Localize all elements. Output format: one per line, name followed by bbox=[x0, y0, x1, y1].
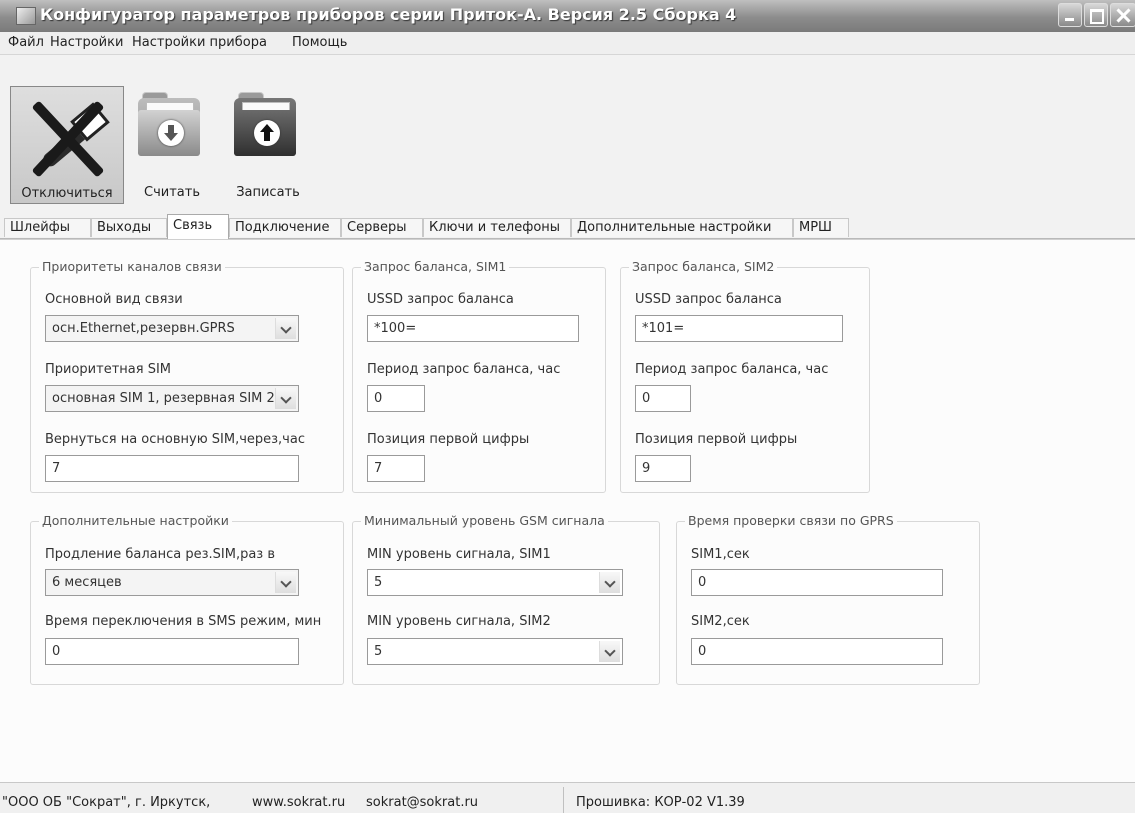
folder-download-icon bbox=[138, 92, 200, 156]
ussd-sim2-input[interactable]: *101= bbox=[635, 315, 843, 342]
group-balance-sim1: Запрос баланса, SIM1 USSD запрос баланса… bbox=[352, 259, 606, 493]
menu-device-settings[interactable]: Настройки прибора bbox=[132, 35, 267, 50]
window-title: Конфигуратор параметров приборов серии П… bbox=[40, 5, 737, 24]
status-website-link[interactable]: www.sokrat.ru bbox=[252, 795, 345, 810]
chevron-down-icon bbox=[599, 572, 620, 593]
tab-strip: Шлейфы Выходы Связь Подключение Серверы … bbox=[0, 214, 1135, 239]
menu-bar: Файл Настройки Настройки прибора Помощь bbox=[0, 32, 1135, 55]
gprs-sim2-input[interactable]: 0 bbox=[691, 638, 943, 665]
group-balance-sim2: Запрос баланса, SIM2 USSD запрос баланса… bbox=[620, 259, 870, 493]
menu-file[interactable]: Файл bbox=[8, 35, 44, 50]
min-level-sim2-select[interactable]: 5 bbox=[367, 638, 623, 665]
group-title: Запрос баланса, SIM1 bbox=[361, 259, 510, 274]
group-title: Минимальный уровень GSM сигнала bbox=[361, 513, 608, 528]
period-sim2-label: Период запрос баланса, час bbox=[635, 362, 829, 377]
status-company: "ООО ОБ "Сократ", г. Иркутск, bbox=[2, 795, 211, 810]
menu-settings[interactable]: Настройки bbox=[50, 35, 123, 50]
group-title: Приоритеты каналов связи bbox=[39, 259, 225, 274]
group-title: Время проверки связи по GPRS bbox=[685, 513, 897, 528]
tab-mrsh[interactable]: МРШ bbox=[793, 218, 849, 237]
return-sim-label: Вернуться на основную SIM,через,час bbox=[45, 432, 305, 447]
tab-outputs[interactable]: Выходы bbox=[91, 218, 167, 237]
toolbar: Отключиться Считать Записать bbox=[0, 55, 1135, 205]
tab-servers[interactable]: Серверы bbox=[341, 218, 423, 237]
position-sim1-label: Позиция первой цифры bbox=[367, 432, 530, 447]
chevron-down-icon bbox=[275, 318, 296, 339]
extend-balance-select[interactable]: 6 месяцев bbox=[45, 569, 299, 596]
tab-loops[interactable]: Шлейфы bbox=[4, 218, 91, 237]
disconnect-label: Отключиться bbox=[21, 186, 113, 201]
write-label: Записать bbox=[236, 185, 300, 200]
group-gprs-check: Время проверки связи по GPRS SIM1,сек 0 … bbox=[676, 513, 980, 685]
priority-sim-label: Приоритетная SIM bbox=[45, 362, 171, 377]
tab-communication[interactable]: Связь bbox=[167, 214, 229, 239]
sms-switch-input[interactable]: 0 bbox=[45, 638, 299, 665]
write-button[interactable]: Записать bbox=[228, 86, 308, 204]
minimize-button[interactable] bbox=[1058, 3, 1082, 27]
group-title: Запрос баланса, SIM2 bbox=[629, 259, 778, 274]
extend-balance-value: 6 месяцев bbox=[52, 575, 122, 590]
priority-sim-select[interactable]: основная SIM 1, резервная SIM 2 bbox=[45, 385, 299, 412]
group-title: Дополнительные настройки bbox=[39, 513, 232, 528]
ussd-sim2-label: USSD запрос баланса bbox=[635, 292, 782, 307]
period-sim1-label: Период запрос баланса, час bbox=[367, 362, 561, 377]
title-bar: Конфигуратор параметров приборов серии П… bbox=[0, 0, 1135, 33]
ussd-sim1-label: USSD запрос баланса bbox=[367, 292, 514, 307]
app-icon bbox=[16, 7, 36, 25]
status-email-link[interactable]: sokrat@sokrat.ru bbox=[366, 795, 478, 810]
disconnect-plug-icon bbox=[19, 95, 115, 183]
group-channel-priority: Приоритеты каналов связи Основной вид св… bbox=[30, 259, 344, 493]
position-sim1-input[interactable]: 7 bbox=[367, 455, 425, 482]
priority-sim-value: основная SIM 1, резервная SIM 2 bbox=[52, 391, 275, 406]
position-sim2-label: Позиция первой цифры bbox=[635, 432, 798, 447]
min-level-sim2-value: 5 bbox=[374, 644, 383, 659]
chevron-down-icon bbox=[599, 641, 620, 662]
chevron-down-icon bbox=[275, 572, 296, 593]
position-sim2-input[interactable]: 9 bbox=[635, 455, 691, 482]
tab-keys-phones[interactable]: Ключи и телефоны bbox=[423, 218, 571, 237]
min-level-sim1-value: 5 bbox=[374, 575, 383, 590]
gprs-sim1-label: SIM1,сек bbox=[691, 547, 750, 562]
status-bar: "ООО ОБ "Сократ", г. Иркутск, www.sokrat… bbox=[0, 782, 1135, 813]
min-level-sim1-label: MIN уровень сигнала, SIM1 bbox=[367, 547, 551, 562]
period-sim2-input[interactable]: 0 bbox=[635, 385, 691, 412]
min-level-sim1-select[interactable]: 5 bbox=[367, 569, 623, 596]
read-label: Считать bbox=[144, 185, 200, 200]
menu-help[interactable]: Помощь bbox=[292, 35, 347, 50]
tab-additional-settings[interactable]: Дополнительные настройки bbox=[571, 218, 793, 237]
gprs-sim1-input[interactable]: 0 bbox=[691, 569, 943, 596]
maximize-button[interactable] bbox=[1084, 3, 1108, 27]
group-additional-settings: Дополнительные настройки Продление балан… bbox=[30, 513, 344, 685]
folder-upload-icon bbox=[234, 92, 296, 156]
ussd-sim1-input[interactable]: *100= bbox=[367, 315, 579, 342]
status-divider bbox=[563, 787, 564, 813]
read-button[interactable]: Считать bbox=[132, 86, 212, 204]
status-firmware: Прошивка: КОР-02 V1.39 bbox=[576, 795, 745, 810]
min-level-sim2-label: MIN уровень сигнала, SIM2 bbox=[367, 614, 551, 629]
sms-switch-label: Время переключения в SMS режим, мин bbox=[45, 614, 322, 629]
close-button[interactable] bbox=[1110, 3, 1135, 27]
extend-balance-label: Продление баланса рез.SIM,раз в bbox=[45, 547, 276, 562]
main-type-select[interactable]: осн.Ethernet,резервн.GPRS bbox=[45, 315, 299, 342]
tab-connection[interactable]: Подключение bbox=[229, 218, 341, 237]
group-gsm-level: Минимальный уровень GSM сигнала MIN уров… bbox=[352, 513, 660, 685]
disconnect-button[interactable]: Отключиться bbox=[10, 86, 124, 204]
gprs-sim2-label: SIM2,сек bbox=[691, 614, 750, 629]
period-sim1-input[interactable]: 0 bbox=[367, 385, 425, 412]
return-sim-input[interactable]: 7 bbox=[45, 455, 299, 482]
main-type-label: Основной вид связи bbox=[45, 292, 183, 307]
tab-panel: Приоритеты каналов связи Основной вид св… bbox=[0, 239, 1135, 782]
main-type-value: осн.Ethernet,резервн.GPRS bbox=[52, 321, 235, 336]
chevron-down-icon bbox=[275, 388, 296, 409]
